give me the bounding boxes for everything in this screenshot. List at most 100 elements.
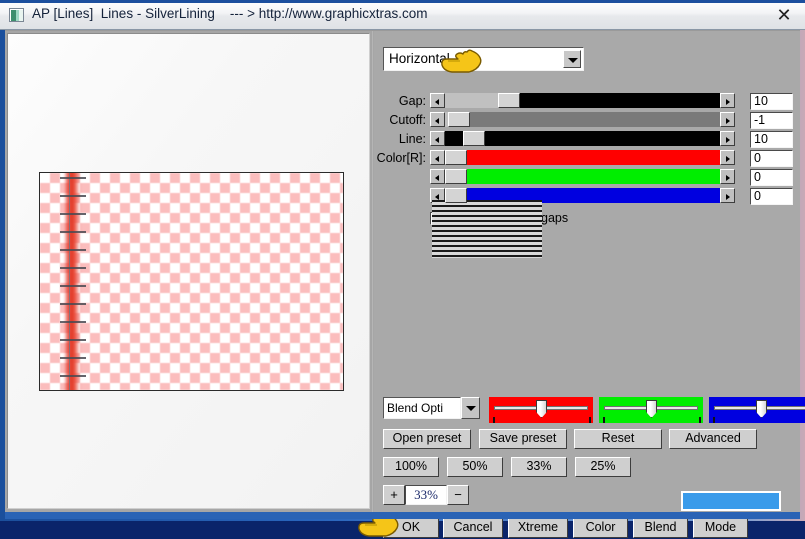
cancel-button[interactable]: Cancel	[443, 517, 503, 538]
zoom-preset-25[interactable]: 25%	[575, 457, 631, 477]
slider-thumb[interactable]	[445, 150, 467, 165]
slider-value-field[interactable]: 0	[750, 188, 793, 205]
zoom-decrease-button[interactable]: −	[447, 485, 469, 505]
slider-label: Cutoff:	[389, 113, 426, 127]
ok-button[interactable]: OK	[383, 517, 439, 538]
slider-track[interactable]	[445, 112, 720, 127]
zoom-preset-50[interactable]: 50%	[447, 457, 503, 477]
slider-label: Line:	[398, 132, 426, 146]
zoom-increase-button[interactable]: +	[383, 485, 405, 505]
line-tick	[60, 177, 86, 179]
slider-right-arrow-icon[interactable]	[720, 93, 735, 108]
trackbar-tick	[493, 417, 495, 423]
line-tick	[60, 213, 86, 215]
trackbar-green[interactable]	[599, 397, 703, 423]
trackbar-tick	[603, 417, 605, 423]
line-tick	[60, 267, 86, 269]
trackbar-tick	[713, 417, 715, 423]
slider-left-arrow-icon[interactable]	[430, 131, 445, 146]
orientation-dropdown[interactable]: Horizontal	[383, 47, 584, 71]
slider-thumb[interactable]	[445, 188, 467, 203]
trackbar-thumb[interactable]	[646, 400, 657, 418]
slider-track[interactable]	[445, 131, 720, 146]
slider-thumb[interactable]	[445, 169, 467, 184]
window-title: AP [Lines] Lines - SilverLining --- > ht…	[32, 6, 428, 21]
preset-button-save-preset[interactable]: Save preset	[479, 429, 567, 449]
slider-thumb[interactable]	[448, 112, 470, 127]
line-tick	[60, 285, 86, 287]
slider-value-field[interactable]: -1	[750, 112, 793, 129]
slider-scrollbar[interactable]	[430, 131, 735, 146]
trackbar-thumb[interactable]	[756, 400, 767, 418]
thumbnail-stripes	[432, 200, 542, 258]
client-area: Horizontal Gap: 10 Cutoff: -1 Line: 10 Color[R…	[5, 30, 805, 538]
blend-options-dropdown[interactable]: Blend Opti	[383, 397, 461, 419]
slider-scrollbar[interactable]	[430, 150, 735, 165]
slider-right-arrow-icon[interactable]	[720, 150, 735, 165]
slider-thumb[interactable]	[498, 93, 520, 108]
slider-row: 0	[374, 169, 800, 186]
preset-button-reset[interactable]: Reset	[574, 429, 662, 449]
line-tick	[60, 339, 86, 341]
slider-track[interactable]	[445, 93, 720, 108]
color-swatch[interactable]	[681, 491, 781, 511]
zoom-value-field[interactable]: 33%	[405, 485, 447, 505]
trackbar-tick	[699, 417, 701, 423]
line-tick	[60, 303, 86, 305]
slider-scrollbar[interactable]	[430, 112, 735, 127]
trackbar-tick	[589, 417, 591, 423]
chevron-down-icon[interactable]	[563, 50, 581, 68]
trackbar-blue[interactable]	[709, 397, 805, 423]
slider-scrollbar[interactable]	[430, 93, 735, 108]
slider-value-field[interactable]: 10	[750, 93, 793, 110]
orientation-value: Horizontal	[389, 51, 450, 66]
trackbar-red[interactable]	[489, 397, 593, 423]
line-tick	[60, 249, 86, 251]
application-window: AP [Lines] Lines - SilverLining --- > ht…	[0, 0, 805, 538]
slider-row: Color[R]: 0	[374, 150, 800, 167]
slider-track-leading	[445, 131, 463, 146]
preview-canvas[interactable]	[39, 172, 344, 391]
blend-button[interactable]: Blend	[633, 517, 688, 538]
panel-divider	[371, 31, 373, 513]
slider-row: Line: 10	[374, 131, 800, 148]
zoom-preset-33[interactable]: 33%	[511, 457, 567, 477]
app-icon	[9, 8, 24, 22]
slider-scrollbar[interactable]	[430, 169, 735, 184]
mode-button[interactable]: Mode	[693, 517, 748, 538]
controls-panel: Horizontal Gap: 10 Cutoff: -1 Line: 10 Color[R…	[358, 31, 805, 538]
preset-button-open-preset[interactable]: Open preset	[383, 429, 471, 449]
slider-row: Gap: 10	[374, 93, 800, 110]
slider-value-field[interactable]: 0	[750, 150, 793, 167]
blend-chevron-down-icon[interactable]	[461, 397, 480, 419]
slider-left-arrow-icon[interactable]	[430, 169, 445, 184]
line-tick	[60, 357, 86, 359]
line-tick	[60, 321, 86, 323]
slider-row: Cutoff: -1	[374, 112, 800, 129]
slider-left-arrow-icon[interactable]	[430, 112, 445, 127]
line-ticks	[60, 173, 86, 390]
slider-left-arrow-icon[interactable]	[430, 93, 445, 108]
slider-left-arrow-icon[interactable]	[430, 150, 445, 165]
slider-value-field[interactable]: 10	[750, 131, 793, 148]
zoom-preset-100[interactable]: 100%	[383, 457, 439, 477]
slider-right-arrow-icon[interactable]	[720, 131, 735, 146]
slider-right-arrow-icon[interactable]	[720, 188, 735, 203]
preset-button-advanced[interactable]: Advanced	[669, 429, 757, 449]
blend-options-value: Blend Opti	[387, 401, 444, 415]
slider-right-arrow-icon[interactable]	[720, 169, 735, 184]
xtreme-button[interactable]: Xtreme	[508, 517, 568, 538]
effect-thumbnail[interactable]: claudia	[432, 200, 542, 258]
color-button[interactable]: Color	[573, 517, 628, 538]
slider-track[interactable]	[445, 150, 720, 165]
trackbar-thumb[interactable]	[536, 400, 547, 418]
slider-right-arrow-icon[interactable]	[720, 112, 735, 127]
line-tick	[60, 231, 86, 233]
line-tick	[60, 375, 86, 377]
close-icon[interactable]: ✕	[773, 6, 795, 26]
slider-label: Color[R]:	[376, 151, 426, 165]
slider-thumb[interactable]	[463, 131, 485, 146]
slider-track[interactable]	[445, 169, 720, 184]
slider-value-field[interactable]: 0	[750, 169, 793, 186]
slider-track-leading	[445, 93, 498, 108]
